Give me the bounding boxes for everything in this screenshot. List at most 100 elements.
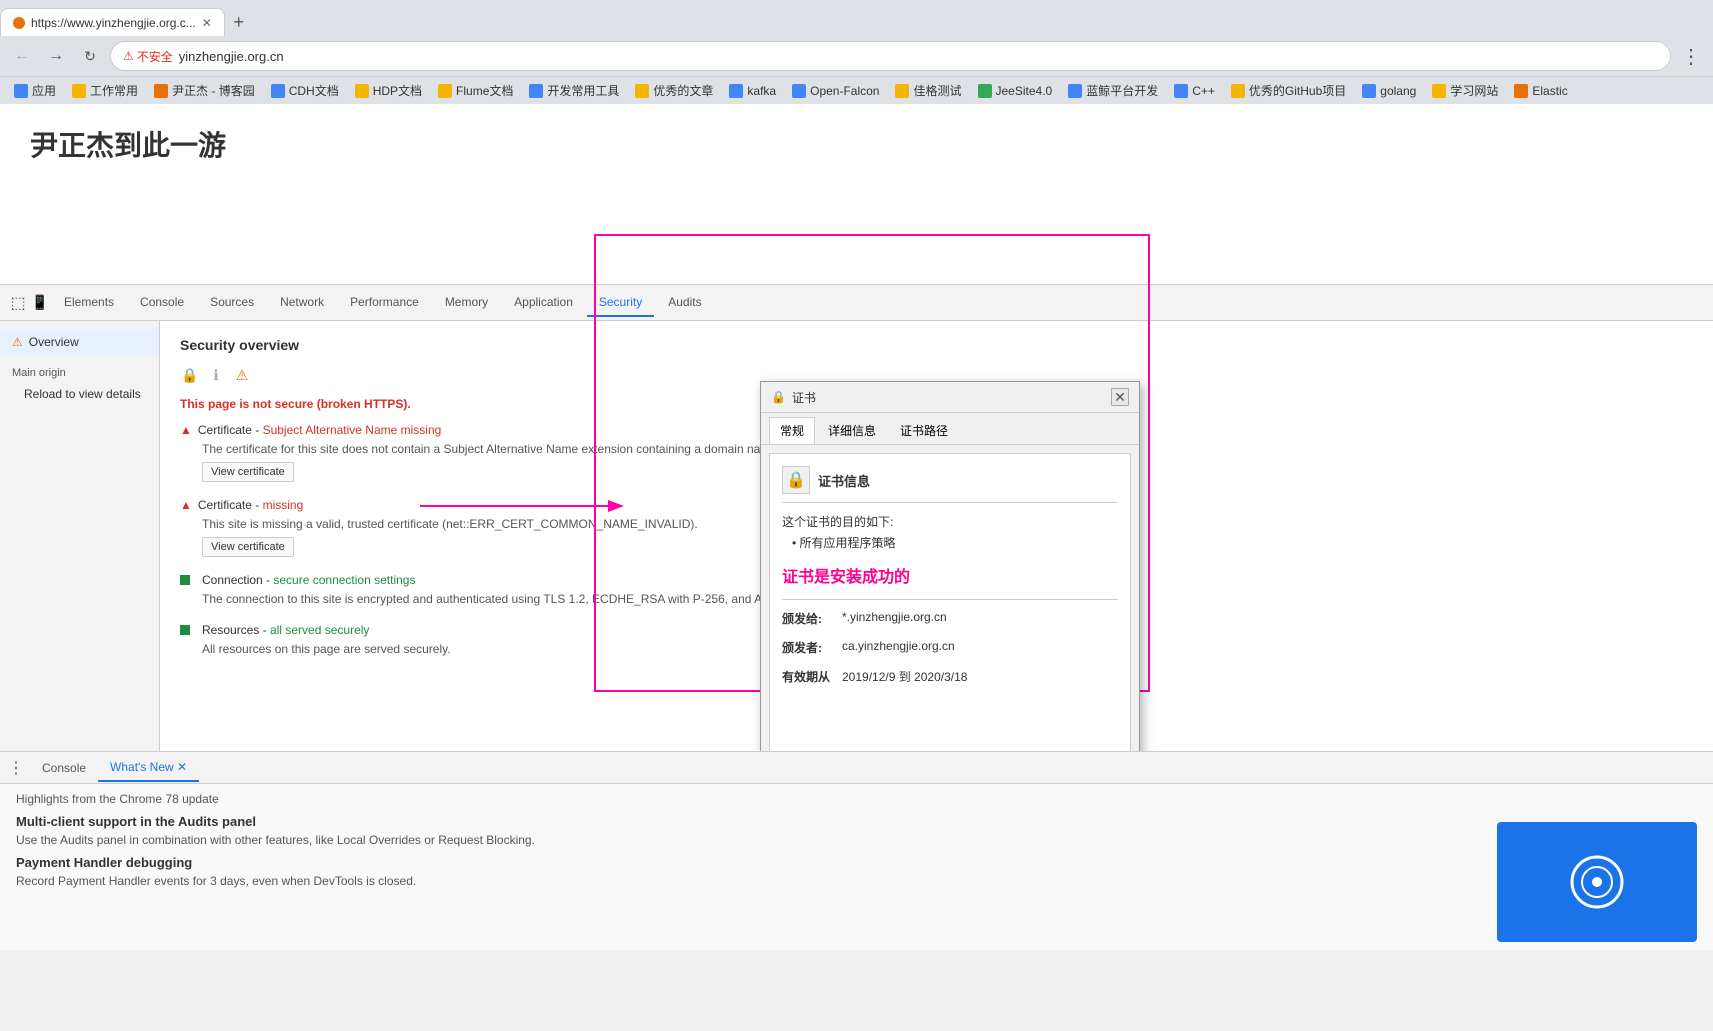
warning-icon: ⚠: [123, 49, 134, 63]
security-panel: Security overview 🔒 ℹ ⚠ This page is not…: [160, 321, 1713, 751]
bookmark-icon: [1514, 84, 1528, 98]
bookmark-openfalcon[interactable]: Open-Falcon: [786, 82, 885, 100]
drawer-tab-console[interactable]: Console: [30, 755, 98, 781]
cert-title-icon: 🔒: [771, 390, 786, 404]
tab-elements[interactable]: Elements: [52, 289, 126, 317]
bookmark-icon: [1231, 84, 1245, 98]
cert-info-header: 🔒 证书信息: [782, 466, 1118, 503]
bookmark-elastic[interactable]: Elastic: [1508, 82, 1573, 100]
cert-header-icon: 🔒: [782, 466, 810, 494]
devtools-tab-bar: ⬚ 📱 Elements Console Sources Network Per…: [0, 285, 1713, 321]
close-tab-icon[interactable]: ✕: [202, 16, 212, 30]
bookmark-icon: [438, 84, 452, 98]
bookmark-jiage[interactable]: 佳格测试: [889, 80, 967, 101]
cert-tab-path[interactable]: 证书路径: [889, 417, 959, 444]
bookmark-hdp[interactable]: HDP文档: [349, 80, 428, 101]
back-button[interactable]: ←: [8, 42, 36, 70]
bookmark-icon: [978, 84, 992, 98]
active-tab[interactable]: https://www.yinzhengjie.org.c... ✕: [0, 8, 225, 36]
cert-body: 🔒 证书信息 这个证书的目的如下: • 所有应用程序策略 证书是安装成功的 颁发…: [769, 453, 1131, 751]
tab-console[interactable]: Console: [128, 289, 196, 317]
devtools-body: ⚠ Overview Main origin Reload to view de…: [0, 321, 1713, 751]
cert-tab-general[interactable]: 常规: [769, 417, 815, 444]
security-item-res-title: Resources - all served securely: [202, 623, 369, 637]
drawer-tabs: ⋮ Console What's New ✕: [0, 752, 1713, 784]
bookmark-study[interactable]: 学习网站: [1426, 80, 1504, 101]
cert-tabs: 常规 详细信息 证书路径: [761, 413, 1139, 445]
address-bar: ← → ↻ ⚠ 不安全 yinzhengjie.org.cn ⋮: [0, 36, 1713, 76]
devtools-inspect-icon[interactable]: ⬚: [8, 293, 28, 313]
cert-field-issued-to: 颁发给: *.yinzhengjie.org.cn: [782, 610, 1118, 627]
bookmark-icon: [72, 84, 86, 98]
bookmark-flume[interactable]: Flume文档: [432, 80, 519, 101]
drawer-tab-whatsnew[interactable]: What's New ✕: [98, 754, 199, 782]
bookmark-icon: [895, 84, 909, 98]
drawer-image: [1497, 822, 1697, 942]
bookmark-icon: [1068, 84, 1082, 98]
bookmark-apps[interactable]: 应用: [8, 80, 62, 101]
forward-button[interactable]: →: [42, 42, 70, 70]
tab-audits[interactable]: Audits: [656, 289, 713, 317]
tab-sources[interactable]: Sources: [198, 289, 266, 317]
cert-title-label: 证书: [792, 389, 816, 406]
page-area: 尹正杰到此一游: [0, 104, 1713, 284]
tab-memory[interactable]: Memory: [433, 289, 500, 317]
cert-close-button[interactable]: ✕: [1111, 388, 1129, 406]
bookmark-yin[interactable]: 尹正杰 - 博客园: [148, 80, 261, 101]
bookmark-icon: [271, 84, 285, 98]
security-item-conn-title: Connection - secure connection settings: [202, 573, 415, 587]
sec-icon-info: ℹ: [206, 365, 226, 385]
certificate-dialog: 🔒 证书 ✕ 常规 详细信息 证书路径: [760, 381, 1140, 751]
sidebar-reload-label: Reload to view details: [24, 387, 141, 401]
devtools-device-icon[interactable]: 📱: [30, 293, 50, 313]
bookmark-icon: [1432, 84, 1446, 98]
bookmark-golang[interactable]: golang: [1356, 82, 1422, 100]
security-overview-title: Security overview: [180, 337, 1693, 353]
bookmark-icon: [1174, 84, 1188, 98]
bookmark-cdh[interactable]: CDH文档: [265, 80, 345, 101]
error-icon-2: ▲: [180, 498, 192, 512]
tab-security[interactable]: Security: [587, 289, 654, 317]
url-text: yinzhengjie.org.cn: [179, 49, 284, 64]
sidebar-section-main-origin: Main origin: [0, 355, 159, 383]
bookmark-icon: [635, 84, 649, 98]
sidebar-reload[interactable]: Reload to view details: [0, 383, 159, 403]
cert-info-title: 证书信息: [818, 471, 870, 490]
bookmark-jeesite[interactable]: JeeSite4.0: [972, 82, 1059, 100]
bookmark-devtools[interactable]: 开发常用工具: [523, 80, 625, 101]
cert-purpose-item: • 所有应用程序策略: [792, 534, 1118, 551]
sec-icon-warning: ⚠: [232, 365, 252, 385]
new-tab-button[interactable]: +: [225, 8, 253, 36]
tab-application[interactable]: Application: [502, 289, 585, 317]
tab-network[interactable]: Network: [268, 289, 336, 317]
bookmark-articles[interactable]: 优秀的文章: [629, 80, 719, 101]
bookmark-github[interactable]: 优秀的GitHub项目: [1225, 80, 1352, 101]
bookmark-icon: [355, 84, 369, 98]
drawer-content: Multi-client support in the Audits panel…: [16, 814, 1697, 942]
bookmark-kafka[interactable]: kafka: [723, 82, 782, 100]
view-certificate-button-2[interactable]: View certificate: [202, 537, 294, 557]
sidebar-overview-label: Overview: [29, 335, 79, 349]
menu-button[interactable]: ⋮: [1677, 42, 1705, 70]
url-bar[interactable]: ⚠ 不安全 yinzhengjie.org.cn: [110, 41, 1671, 71]
devtools: ⬚ 📱 Elements Console Sources Network Per…: [0, 284, 1713, 751]
cert-issued-by-label: 颁发者:: [782, 639, 842, 656]
sidebar-item-overview[interactable]: ⚠ Overview: [0, 329, 159, 355]
drawer-menu-icon[interactable]: ⋮: [8, 758, 24, 778]
bookmark-lanying[interactable]: 蓝鲸平台开发: [1062, 80, 1164, 101]
drawer-illustration: [1547, 842, 1647, 922]
tab-bar: https://www.yinzhengjie.org.c... ✕ +: [0, 0, 1713, 36]
warning-icon-small: ⚠: [12, 335, 23, 349]
cert-purpose-label: 这个证书的目的如下:: [782, 513, 1118, 530]
reload-button[interactable]: ↻: [76, 42, 104, 70]
bookmark-work[interactable]: 工作常用: [66, 80, 144, 101]
bottom-drawer: ⋮ Console What's New ✕ Highlights from t…: [0, 751, 1713, 950]
browser-chrome: https://www.yinzhengjie.org.c... ✕ + ← →…: [0, 0, 1713, 950]
drawer-item2-desc: Record Payment Handler events for 3 days…: [16, 874, 1477, 888]
cert-tab-details[interactable]: 详细信息: [817, 417, 887, 444]
bookmark-cpp[interactable]: C++: [1168, 82, 1221, 100]
tab-performance[interactable]: Performance: [338, 289, 431, 317]
view-certificate-button-1[interactable]: View certificate: [202, 462, 294, 482]
conn-highlight: secure connection settings: [273, 573, 415, 587]
security-indicator: ⚠ 不安全: [123, 48, 173, 65]
